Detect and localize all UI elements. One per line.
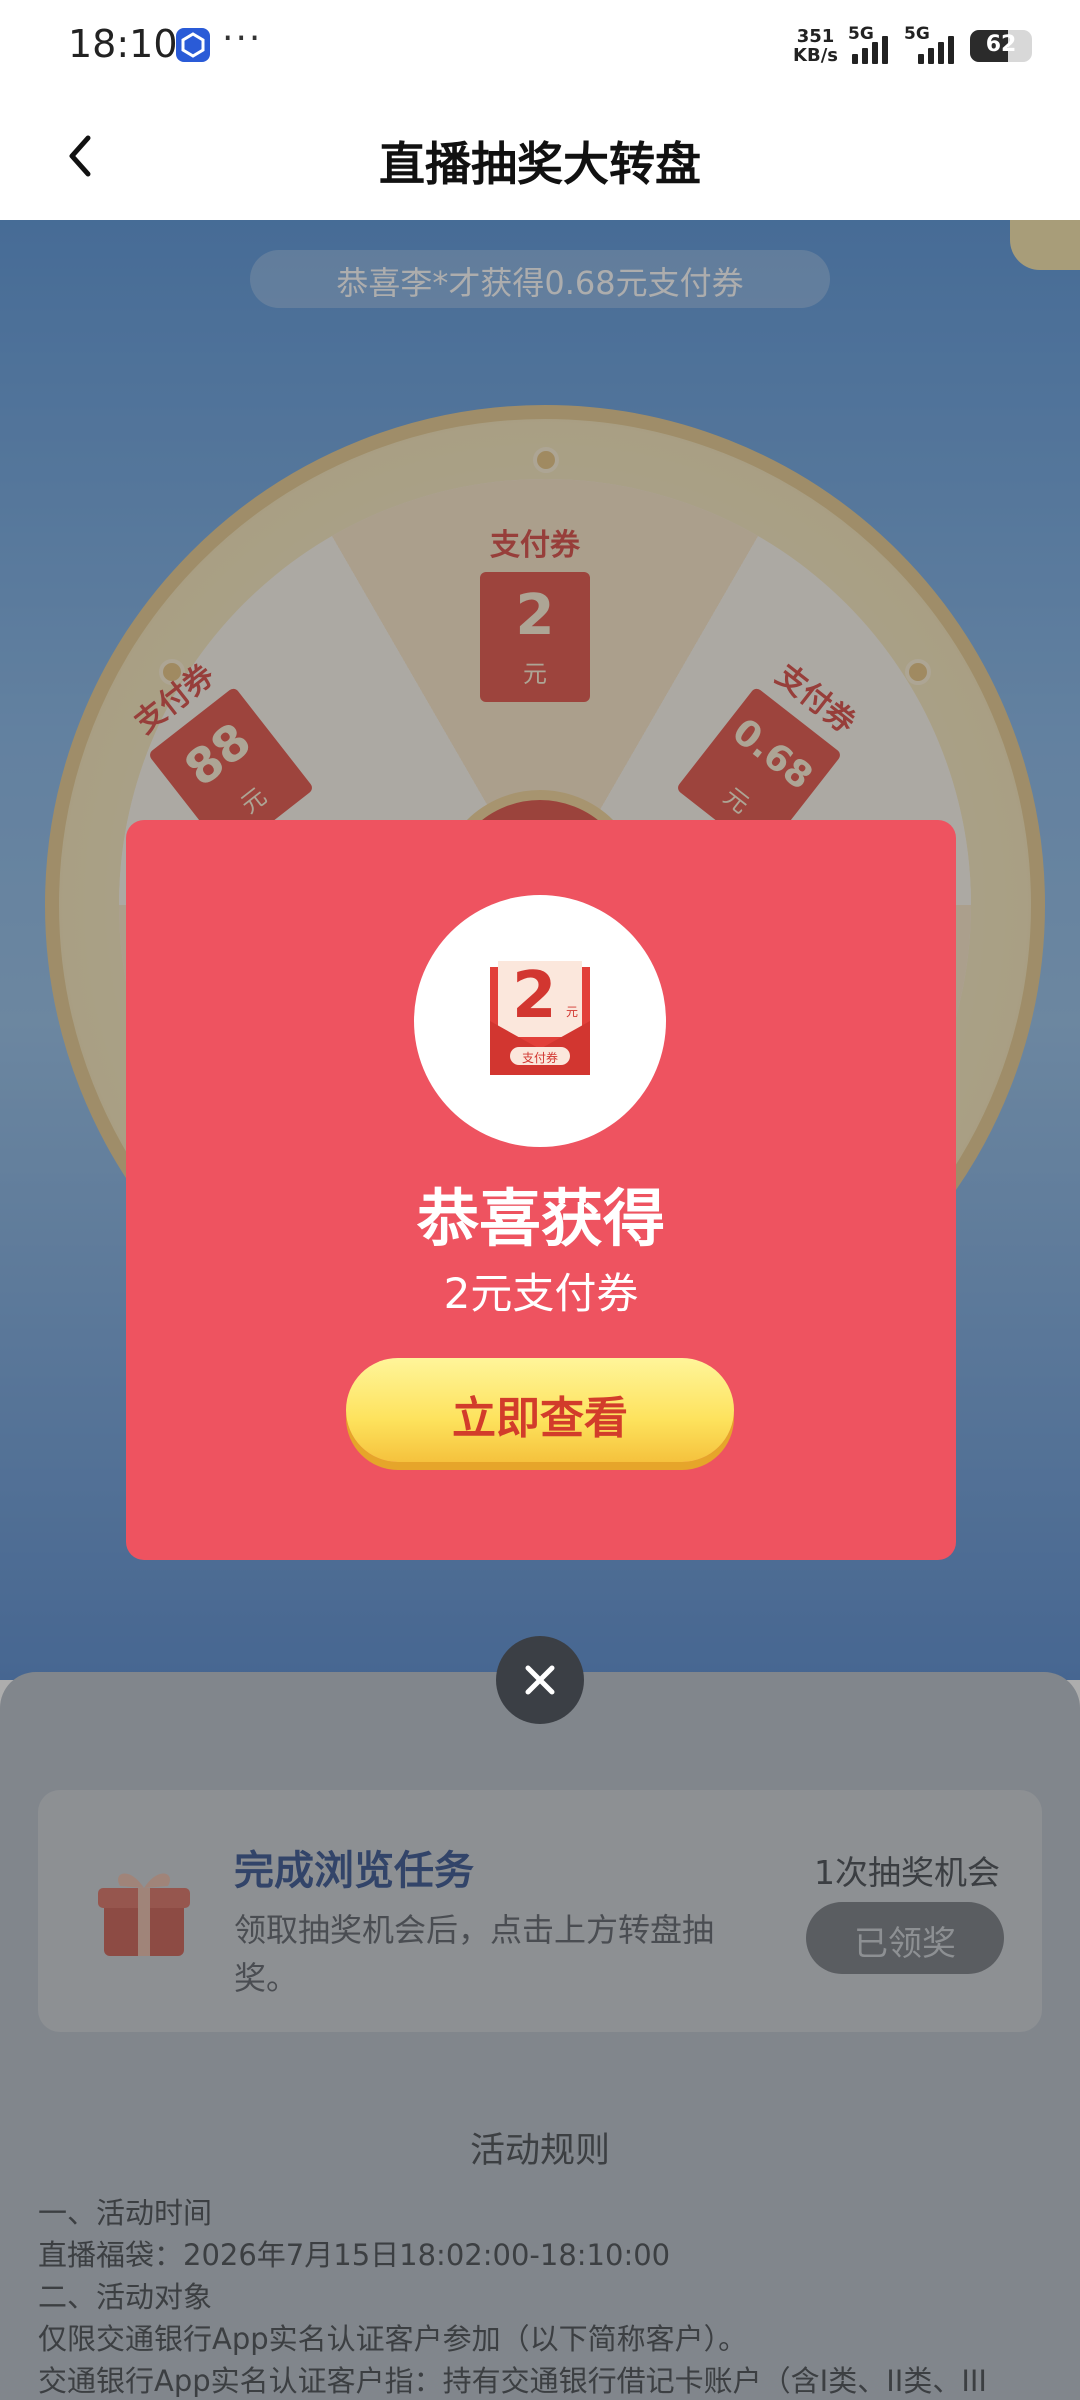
prize-modal: 2 元 支付券 恭喜获得 2元支付券 立即查看 [126,820,956,1560]
status-time: 18:10 [68,22,178,66]
signal-1-label: 5G [848,24,874,44]
net-speed: 351 KB/s [793,27,838,65]
signal-2-label: 5G [904,24,930,44]
net-speed-unit: KB/s [793,45,838,66]
signal-1-icon: 5G [848,24,894,64]
coupon-tag: 支付券 [521,1051,558,1065]
more-notifications-icon: ··· [222,18,263,59]
status-bar: 18:10 ··· 351 KB/s 5G 5G 62 [0,0,1080,90]
net-speed-value: 351 [796,26,835,47]
view-now-button[interactable]: 立即查看 [346,1358,734,1462]
view-now-label: 立即查看 [452,1393,628,1444]
battery-level: 62 [985,32,1017,57]
nav-bar: 直播抽奖大转盘 [0,90,1080,220]
close-icon [525,1665,555,1695]
coupon-amount: 2 [512,959,557,1033]
battery-icon: 62 [970,30,1032,62]
page-title: 直播抽奖大转盘 [379,137,701,191]
signal-2-icon: 5G [904,24,960,64]
modal-title: 恭喜获得 [416,1182,665,1255]
close-button[interactable] [496,1636,584,1724]
modal-subtitle: 2元支付券 [443,1269,639,1318]
prize-icon-circle: 2 元 支付券 [414,895,666,1147]
app-notification-icon [176,28,210,62]
coupon-unit: 元 [566,1005,579,1019]
status-indicators: 351 KB/s 5G 5G 62 [793,22,1032,70]
coupon-icon: 2 元 支付券 [482,957,598,1081]
